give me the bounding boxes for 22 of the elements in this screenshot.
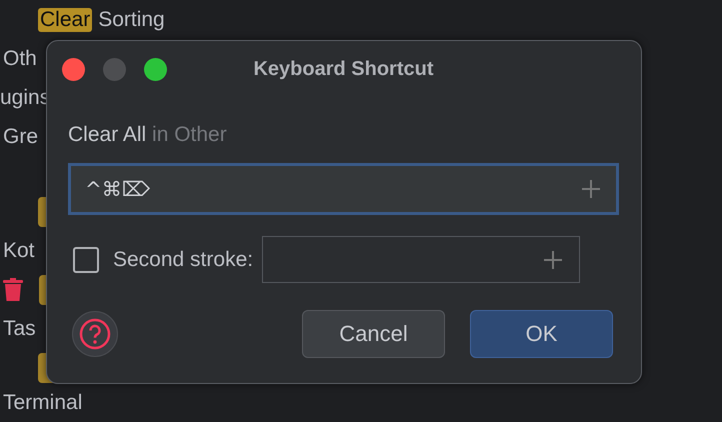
zoom-icon[interactable] <box>144 58 167 80</box>
close-icon[interactable] <box>62 58 85 80</box>
search-match: Clear <box>38 8 92 32</box>
checkbox[interactable] <box>73 246 99 272</box>
tree-group: Tas <box>3 316 36 340</box>
tree-group: Gre <box>3 124 38 148</box>
window-title: Keyboard Shortcut <box>253 58 434 80</box>
ok-button[interactable]: OK <box>470 310 613 358</box>
second-stroke-field[interactable] <box>262 236 580 283</box>
action-heading: Clear All in Other <box>68 123 228 147</box>
help-button[interactable] <box>72 311 118 357</box>
plus-icon[interactable] <box>543 250 564 270</box>
shortcut-field[interactable]: ^⌘⌦ <box>68 163 619 215</box>
help-icon <box>79 318 111 350</box>
plus-icon[interactable] <box>581 179 601 199</box>
cancel-button[interactable]: Cancel <box>302 310 445 358</box>
tree-item: Sorting <box>98 8 165 32</box>
second-stroke-label: Second stroke: <box>113 248 254 272</box>
tree-group: Terminal <box>3 391 82 415</box>
tree-group: Kot <box>3 238 35 262</box>
tree-group: Oth <box>3 46 37 70</box>
trash-icon[interactable] <box>3 278 23 302</box>
